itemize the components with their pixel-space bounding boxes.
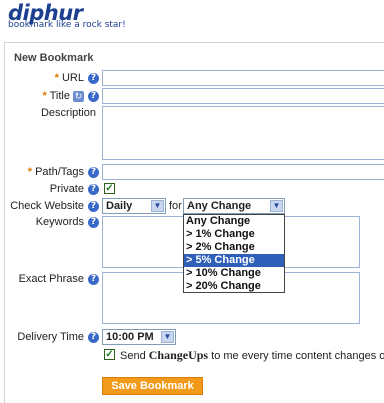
send-prefix: Send bbox=[120, 350, 149, 362]
dropdown-option[interactable]: > 10% Change bbox=[184, 267, 284, 280]
private-label: Private bbox=[49, 183, 84, 195]
help-icon[interactable]: ? bbox=[88, 332, 99, 343]
refresh-title-icon[interactable]: ↻ bbox=[73, 91, 84, 102]
changeups-brand: ChangeUps bbox=[148, 348, 209, 362]
tagline: bookmark like a rock star! bbox=[8, 20, 126, 30]
chevron-down-icon[interactable]: ▼ bbox=[151, 200, 164, 212]
description-label: Description bbox=[40, 107, 96, 119]
help-icon[interactable]: ? bbox=[88, 274, 99, 285]
title-label-text: Title bbox=[49, 90, 70, 102]
change-threshold-select[interactable]: Any Change ▼ bbox=[183, 198, 285, 214]
url-label: * URL bbox=[40, 72, 84, 84]
dropdown-option[interactable]: > 20% Change bbox=[184, 280, 284, 293]
delivery-time-select[interactable]: 10:00 PM ▼ bbox=[102, 329, 176, 345]
help-icon[interactable]: ? bbox=[88, 184, 99, 195]
path-tags-input[interactable] bbox=[102, 164, 384, 180]
help-icon[interactable]: ? bbox=[88, 91, 99, 102]
required-marker: * bbox=[42, 90, 47, 102]
url-input[interactable] bbox=[102, 70, 384, 86]
path-tags-label: * Path/Tags bbox=[18, 166, 84, 178]
required-marker: * bbox=[54, 72, 59, 84]
help-icon[interactable]: ? bbox=[88, 73, 99, 84]
check-frequency-select[interactable]: Daily ▼ bbox=[102, 198, 166, 214]
chevron-down-icon[interactable]: ▼ bbox=[161, 331, 174, 343]
required-marker: * bbox=[27, 166, 33, 178]
keywords-label: Keywords bbox=[35, 216, 84, 228]
send-changeups-checkbox[interactable]: ✓ bbox=[104, 349, 115, 360]
change-threshold-dropdown[interactable]: Any Change > 1% Change > 2% Change > 5% … bbox=[183, 214, 285, 293]
help-icon[interactable]: ? bbox=[88, 217, 99, 228]
change-threshold-value: Any Change bbox=[187, 200, 252, 212]
url-label-text: URL bbox=[61, 72, 84, 84]
title-label: * Title bbox=[30, 90, 70, 102]
save-bookmark-button[interactable]: Save Bookmark bbox=[102, 377, 203, 395]
help-icon[interactable]: ? bbox=[88, 167, 99, 178]
dropdown-option-highlighted[interactable]: > 5% Change bbox=[184, 254, 284, 267]
send-changeups-text: Send ChangeUps to me every time content … bbox=[120, 348, 384, 363]
dropdown-option[interactable]: Any Change bbox=[184, 215, 284, 228]
title-input[interactable] bbox=[102, 88, 384, 104]
check-frequency-value: Daily bbox=[106, 200, 133, 212]
path-tags-label-text: Path/Tags bbox=[35, 166, 84, 178]
exact-phrase-label: Exact Phrase bbox=[18, 273, 84, 285]
description-textarea[interactable] bbox=[102, 106, 384, 160]
dropdown-option[interactable]: > 1% Change bbox=[184, 228, 284, 241]
dropdown-option[interactable]: > 2% Change bbox=[184, 241, 284, 254]
delivery-time-value: 10:00 PM bbox=[106, 331, 154, 343]
chevron-down-icon[interactable]: ▼ bbox=[270, 200, 283, 212]
for-label: for bbox=[169, 200, 182, 212]
private-checkbox[interactable]: ✓ bbox=[104, 183, 115, 194]
help-icon[interactable]: ? bbox=[88, 201, 99, 212]
send-suffix: to me every time content changes on th bbox=[211, 350, 384, 362]
check-website-label: Check Website bbox=[10, 200, 84, 212]
form-heading: New Bookmark bbox=[14, 52, 94, 64]
delivery-time-label: Delivery Time bbox=[17, 331, 84, 343]
